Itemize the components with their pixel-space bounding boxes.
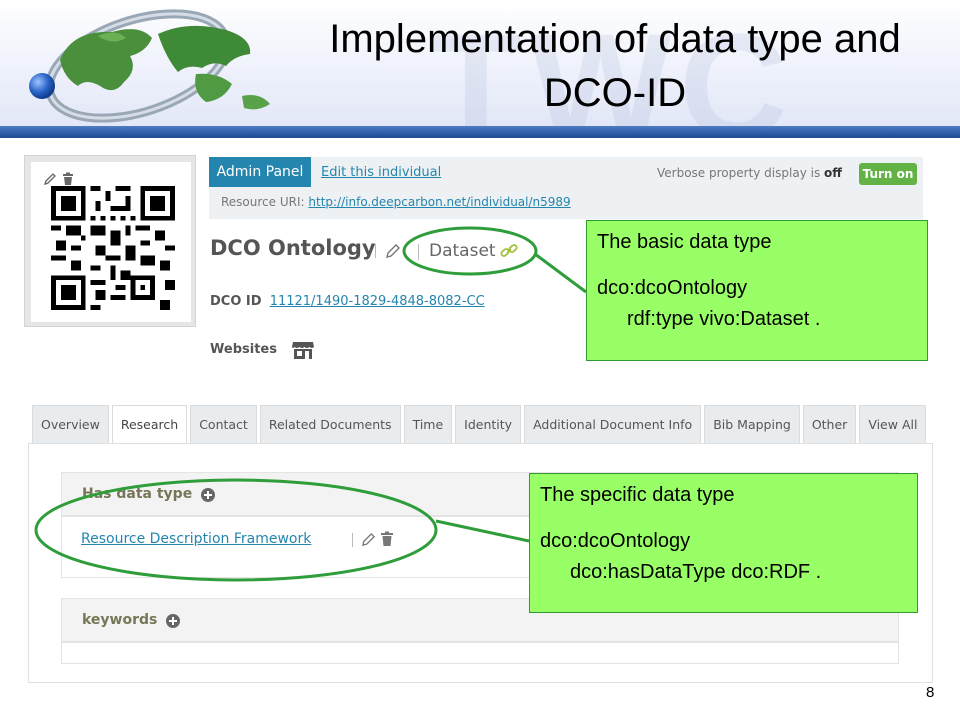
trash-icon[interactable] [61, 172, 75, 186]
tab-other[interactable]: Other [802, 405, 857, 443]
resource-uri-link[interactable]: http://info.deepcarbon.net/individual/n5… [308, 195, 570, 209]
tab-time[interactable]: Time [403, 405, 453, 443]
pencil-icon[interactable] [361, 532, 376, 547]
profile-type: Dataset [418, 234, 526, 268]
callout-triple: dco:hasDataType dco:RDF . [570, 561, 822, 583]
keywords-section-body [61, 642, 899, 664]
tab-related-documents[interactable]: Related Documents [259, 405, 401, 443]
verbose-display-status: Verbose property display is off [657, 166, 842, 180]
header-divider-bar [0, 126, 960, 138]
link-icon[interactable] [500, 243, 518, 259]
tab-bib-mapping[interactable]: Bib Mapping [704, 405, 800, 443]
storefront-icon[interactable] [291, 340, 315, 360]
edit-individual-link[interactable]: Edit this individual [321, 165, 441, 180]
callout-subject: dco:dcoOntology [597, 277, 748, 299]
type-label: Dataset [429, 241, 496, 261]
specific-data-type-callout: The specific data type dco:dcoOntology d… [529, 473, 918, 613]
profile-photo [31, 162, 191, 322]
dco-id-link[interactable]: 11121/1490-1829-4848-8082-CC [270, 294, 485, 309]
title-line-2: DCO-ID [543, 71, 687, 115]
callout-spacer [597, 258, 917, 273]
tab-research[interactable]: Research [111, 405, 188, 443]
add-keyword-icon[interactable] [165, 613, 181, 629]
slide-header: TWC Implementation of data type and DCO-… [0, 0, 960, 130]
resource-uri: Resource URI: http://info.deepcarbon.net… [221, 195, 571, 209]
page-number: 8 [926, 684, 935, 701]
tab-additional-document-info[interactable]: Additional Document Info [524, 405, 702, 443]
globe-logo-icon [29, 9, 270, 123]
callout-subject: dco:dcoOntology [540, 530, 691, 552]
profile-tabs: Overview Research Contact Related Docume… [32, 405, 927, 443]
admin-bar: Admin Panel Edit this individual Verbose… [209, 157, 923, 219]
admin-panel-button[interactable]: Admin Panel [209, 157, 311, 187]
callout-heading: The basic data type [597, 231, 772, 253]
data-type-section-title: Has data type [82, 486, 193, 502]
tab-identity[interactable]: Identity [455, 405, 522, 443]
basic-callout-connector [534, 252, 587, 294]
verbose-prefix: Verbose property display is [657, 166, 821, 180]
verbose-state: off [824, 166, 842, 180]
photo-tools [43, 172, 75, 186]
trash-icon[interactable] [380, 531, 394, 547]
name-separator [375, 244, 376, 258]
profile-photo-frame [24, 155, 196, 327]
add-data-type-icon[interactable] [200, 487, 216, 503]
turn-on-button[interactable]: Turn on [859, 163, 917, 185]
pencil-icon[interactable] [385, 243, 401, 259]
websites-label: Websites [210, 342, 277, 357]
qr-code-image [51, 186, 175, 310]
data-type-separator [352, 533, 353, 547]
profile-name: DCO Ontology [210, 236, 376, 260]
resource-uri-label: Resource URI: [221, 195, 305, 209]
type-separator [418, 244, 419, 260]
callout-triple: rdf:type vivo:Dataset . [627, 308, 821, 330]
data-type-link[interactable]: Resource Description Framework [81, 531, 311, 547]
page-title: Implementation of data type and DCO-ID [300, 12, 930, 120]
title-line-1: Implementation of data type and [329, 17, 901, 61]
keywords-section-title: keywords [82, 612, 158, 628]
dco-id-row: DCO ID 11121/1490-1829-4848-8082-CC [210, 294, 485, 309]
dco-id-label: DCO ID [210, 294, 262, 309]
callout-spacer [540, 511, 907, 526]
callout-heading: The specific data type [540, 484, 735, 506]
tab-overview[interactable]: Overview [32, 405, 109, 443]
tab-view-all[interactable]: View All [859, 405, 927, 443]
basic-data-type-callout: The basic data type dco:dcoOntology rdf:… [586, 220, 928, 361]
pencil-icon[interactable] [43, 172, 57, 186]
tab-contact[interactable]: Contact [190, 405, 257, 443]
